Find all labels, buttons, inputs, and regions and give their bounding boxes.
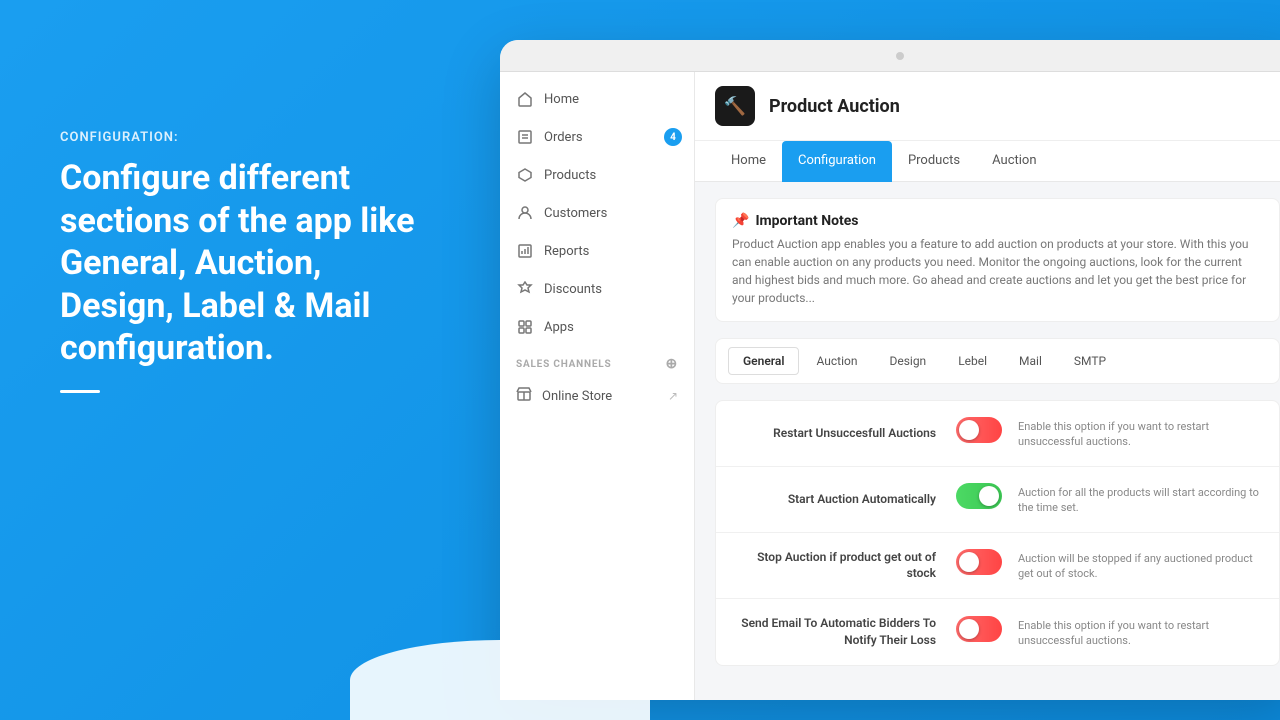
home-icon [516,90,534,108]
setting-desc-start-auto: Auction for all the products will start … [1018,483,1259,516]
sales-channels-label: SALES CHANNELS [516,359,611,370]
sidebar-item-apps[interactable]: Apps [500,308,694,346]
setting-row-restart: Restart Unsuccesfull Auctions Enable thi… [716,401,1279,467]
app-title: Product Auction [769,96,900,117]
customers-icon [516,204,534,222]
toggle-send-email[interactable] [956,616,1002,642]
setting-label-stop-stock: Stop Auction if product get out of stock [736,549,956,583]
toggle-restart[interactable] [956,417,1002,443]
products-icon [516,166,534,184]
toggle-knob-start-auto [979,486,999,506]
browser-chrome [500,40,1280,72]
setting-label-start-auto: Start Auction Automatically [736,491,956,508]
settings-area: Restart Unsuccesfull Auctions Enable thi… [715,400,1280,666]
sidebar-discounts-label: Discounts [544,282,602,297]
sidebar-item-online-store[interactable]: Online Store ↗ [500,376,694,416]
config-tab-general[interactable]: General [728,347,799,375]
toggle-knob-send-email [959,619,979,639]
orders-icon [516,128,534,146]
setting-row-send-email: Send Email To Automatic Bidders To Notif… [716,599,1279,665]
notes-box: 📌 Important Notes Product Auction app en… [715,198,1280,322]
setting-label-restart: Restart Unsuccesfull Auctions [736,425,956,442]
setting-label-send-email: Send Email To Automatic Bidders To Notif… [736,615,956,649]
setting-desc-send-email: Enable this option if you want to restar… [1018,616,1259,649]
toggle-knob-restart [959,420,979,440]
app-header: 🔨 Product Auction [695,72,1280,141]
config-tab-mail[interactable]: Mail [1004,347,1057,375]
setting-controls-start-auto: Auction for all the products will start … [956,483,1259,516]
app-icon: 🔨 [715,86,755,126]
setting-desc-restart: Enable this option if you want to restar… [1018,417,1259,450]
sidebar-products-label: Products [544,168,596,183]
toggle-stop-stock[interactable] [956,549,1002,575]
reports-icon [516,242,534,260]
sales-channels-section: SALES CHANNELS ⊕ [500,346,694,376]
setting-row-stop-stock: Stop Auction if product get out of stock… [716,533,1279,600]
content-body: 📌 Important Notes Product Auction app en… [695,182,1280,682]
orders-badge: 4 [664,128,682,146]
sidebar-customers-label: Customers [544,206,607,221]
sidebar-item-discounts[interactable]: Discounts [500,270,694,308]
channel-left: Online Store [516,386,612,406]
nav-tabs: Home Configuration Products Auction [695,141,1280,182]
left-label: CONFIGURATION: [60,130,440,145]
discounts-icon [516,280,534,298]
left-title: Configure different sections of the app … [60,157,440,370]
sidebar-apps-label: Apps [544,320,574,335]
store-icon [516,386,532,406]
tab-auction[interactable]: Auction [976,141,1052,182]
bottom-curve-decoration [350,640,650,720]
setting-row-start-auto: Start Auction Automatically Auction for … [716,467,1279,533]
toggle-start-auto[interactable] [956,483,1002,509]
toggle-knob-stop-stock [959,552,979,572]
apps-icon [516,318,534,336]
notes-icon: 📌 [732,213,749,229]
config-tab-lebel[interactable]: Lebel [943,347,1002,375]
main-content: 🔨 Product Auction Home Configuration Pro… [695,72,1280,700]
channel-label: Online Store [542,389,612,404]
left-divider [60,390,100,393]
sidebar-item-orders[interactable]: Orders 4 [500,118,694,156]
notes-title: 📌 Important Notes [732,213,1263,229]
setting-controls-restart: Enable this option if you want to restar… [956,417,1259,450]
config-tab-auction[interactable]: Auction [801,347,872,375]
config-tab-smtp[interactable]: SMTP [1059,347,1121,375]
setting-controls-stop-stock: Auction will be stopped if any auctioned… [956,549,1259,582]
sidebar-item-reports[interactable]: Reports [500,232,694,270]
config-tabs: General Auction Design Lebel Mail SMTP [715,338,1280,384]
tab-home[interactable]: Home [715,141,782,182]
sidebar-home-label: Home [544,92,579,107]
sidebar-orders-label: Orders [544,130,583,145]
browser-card: Home Orders 4 Pr [500,40,1280,700]
external-link-icon[interactable]: ↗ [668,389,678,403]
sidebar-reports-label: Reports [544,244,589,259]
sidebar-item-home[interactable]: Home [500,80,694,118]
config-tab-design[interactable]: Design [874,347,941,375]
sidebar: Home Orders 4 Pr [500,72,695,700]
sidebar-item-products[interactable]: Products [500,156,694,194]
notes-text: Product Auction app enables you a featur… [732,235,1263,307]
sidebar-item-customers[interactable]: Customers [500,194,694,232]
browser-dot [896,52,904,60]
left-panel: CONFIGURATION: Configure different secti… [60,130,440,393]
add-channel-icon[interactable]: ⊕ [665,356,678,372]
setting-controls-send-email: Enable this option if you want to restar… [956,616,1259,649]
tab-configuration[interactable]: Configuration [782,141,892,182]
setting-desc-stop-stock: Auction will be stopped if any auctioned… [1018,549,1259,582]
browser-content: Home Orders 4 Pr [500,72,1280,700]
tab-products[interactable]: Products [892,141,976,182]
